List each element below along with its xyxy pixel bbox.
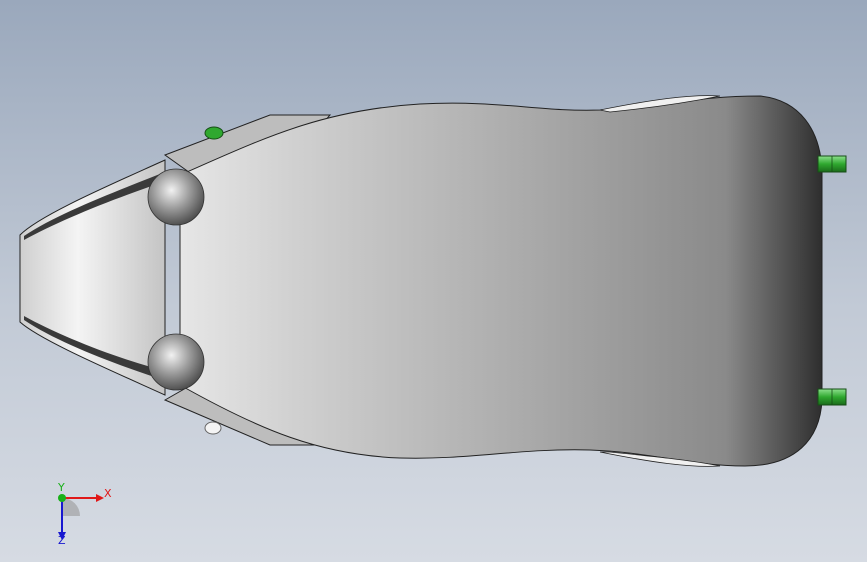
upper-ball[interactable] bbox=[147, 168, 205, 226]
3d-model-part[interactable] bbox=[0, 0, 867, 562]
upper-green-tab[interactable] bbox=[204, 126, 224, 140]
main-body[interactable] bbox=[179, 95, 823, 467]
x-axis-arrow-icon bbox=[96, 494, 104, 502]
x-axis-label: X bbox=[104, 487, 112, 500]
lower-ball[interactable] bbox=[147, 333, 205, 391]
y-axis-label: Y bbox=[58, 481, 65, 494]
graphics-viewport[interactable]: X Y Z bbox=[0, 0, 867, 562]
lower-white-tab[interactable] bbox=[204, 421, 222, 435]
z-axis-label: Z bbox=[58, 534, 66, 547]
orientation-triad[interactable]: X Y Z bbox=[40, 480, 120, 550]
y-axis-dot bbox=[58, 494, 66, 502]
front-nose[interactable] bbox=[19, 159, 166, 396]
